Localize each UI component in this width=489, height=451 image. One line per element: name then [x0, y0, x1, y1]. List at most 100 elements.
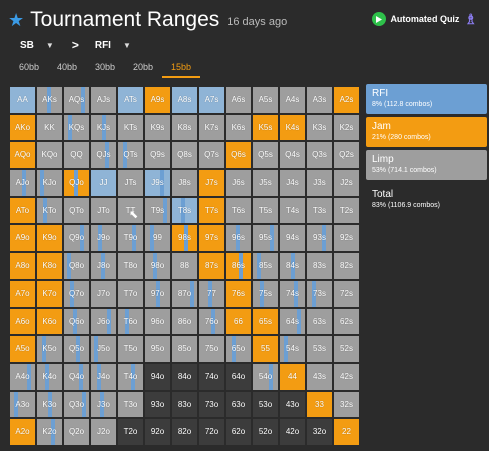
hand-cell-53s[interactable]: 53s: [306, 335, 333, 363]
hand-cell-K9o[interactable]: K9o: [36, 224, 63, 253]
hand-cell-A5o[interactable]: A5o: [9, 335, 36, 363]
hand-cell-A4s[interactable]: A4s: [279, 86, 306, 114]
hand-cell-A2s[interactable]: A2s: [333, 86, 360, 114]
hand-cell-82o[interactable]: 82o: [171, 418, 198, 446]
hand-cell-98s[interactable]: 98s: [171, 224, 198, 253]
hand-cell-K6o[interactable]: K6o: [36, 307, 63, 336]
hand-cell-J3s[interactable]: J3s: [306, 169, 333, 197]
star-icon[interactable]: ★: [8, 11, 24, 29]
hand-cell-52o[interactable]: 52o: [252, 418, 279, 446]
hand-cell-44[interactable]: 44: [279, 362, 306, 391]
hand-cell-32s[interactable]: 32s: [333, 390, 360, 419]
hand-cell-22[interactable]: 22: [333, 418, 360, 446]
hand-cell-KTo[interactable]: KTo: [36, 196, 63, 225]
hand-cell-K7o[interactable]: K7o: [36, 279, 63, 308]
hand-cell-84s[interactable]: 84s: [279, 252, 306, 280]
hand-cell-A6o[interactable]: A6o: [9, 307, 36, 336]
hand-cell-J6s[interactable]: J6s: [225, 169, 252, 197]
hand-cell-88[interactable]: 88: [171, 252, 198, 280]
hand-cell-QJo[interactable]: QJo: [63, 169, 90, 197]
hand-cell-43s[interactable]: 43s: [306, 362, 333, 391]
hand-cell-JTs[interactable]: JTs: [117, 169, 144, 197]
hand-cell-33[interactable]: 33: [306, 390, 333, 419]
hand-cell-97o[interactable]: 97o: [144, 279, 171, 308]
hand-cell-J5o[interactable]: J5o: [90, 335, 117, 363]
hand-cell-A7s[interactable]: A7s: [198, 86, 225, 114]
hand-cell-KJo[interactable]: KJo: [36, 169, 63, 197]
hand-cell-A9s[interactable]: A9s: [144, 86, 171, 114]
hand-cell-52s[interactable]: 52s: [333, 335, 360, 363]
hand-cell-Q5s[interactable]: Q5s: [252, 141, 279, 170]
hand-cell-AQo[interactable]: AQo: [9, 141, 36, 170]
hand-cell-A3o[interactable]: A3o: [9, 390, 36, 419]
hand-cell-Q7s[interactable]: Q7s: [198, 141, 225, 170]
hand-cell-K4s[interactable]: K4s: [279, 113, 306, 142]
hand-cell-K2o[interactable]: K2o: [36, 418, 63, 446]
hand-cell-J7s[interactable]: J7s: [198, 169, 225, 197]
hand-cell-94o[interactable]: 94o: [144, 362, 171, 391]
hand-cell-96s[interactable]: 96s: [225, 224, 252, 253]
hand-cell-92s[interactable]: 92s: [333, 224, 360, 253]
tab-40bb[interactable]: 40bb: [48, 62, 86, 78]
hand-cell-54o[interactable]: 54o: [252, 362, 279, 391]
hand-cell-A4o[interactable]: A4o: [9, 362, 36, 391]
hand-cell-54s[interactable]: 54s: [279, 335, 306, 363]
hand-cell-93o[interactable]: 93o: [144, 390, 171, 419]
hand-cell-72s[interactable]: 72s: [333, 279, 360, 308]
hand-cell-Q2o[interactable]: Q2o: [63, 418, 90, 446]
hand-cell-63s[interactable]: 63s: [306, 307, 333, 336]
hand-cell-T5s[interactable]: T5s: [252, 196, 279, 225]
hand-cell-83o[interactable]: 83o: [171, 390, 198, 419]
hand-cell-J2o[interactable]: J2o: [90, 418, 117, 446]
hand-cell-77[interactable]: 77: [198, 279, 225, 308]
hand-cell-J2s[interactable]: J2s: [333, 169, 360, 197]
hand-cell-Q4s[interactable]: Q4s: [279, 141, 306, 170]
hand-cell-92o[interactable]: 92o: [144, 418, 171, 446]
hand-cell-76s[interactable]: 76s: [225, 279, 252, 308]
hand-cell-42s[interactable]: 42s: [333, 362, 360, 391]
hand-cell-A9o[interactable]: A9o: [9, 224, 36, 253]
hand-cell-A8s[interactable]: A8s: [171, 86, 198, 114]
hand-cell-KTs[interactable]: KTs: [117, 113, 144, 142]
hand-cell-94s[interactable]: 94s: [279, 224, 306, 253]
hand-cell-65o[interactable]: 65o: [225, 335, 252, 363]
hand-cell-QJs[interactable]: QJs: [90, 141, 117, 170]
hand-cell-43o[interactable]: 43o: [279, 390, 306, 419]
hand-cell-32o[interactable]: 32o: [306, 418, 333, 446]
hand-cell-Q9s[interactable]: Q9s: [144, 141, 171, 170]
hand-cell-64s[interactable]: 64s: [279, 307, 306, 336]
hand-cell-T9s[interactable]: T9s: [144, 196, 171, 225]
hand-cell-QQ[interactable]: QQ: [63, 141, 90, 170]
hand-cell-A2o[interactable]: A2o: [9, 418, 36, 446]
hand-cell-87s[interactable]: 87s: [198, 252, 225, 280]
hand-cell-75s[interactable]: 75s: [252, 279, 279, 308]
hand-cell-T4o[interactable]: T4o: [117, 362, 144, 391]
hand-cell-62o[interactable]: 62o: [225, 418, 252, 446]
hand-cell-AA[interactable]: AA: [9, 86, 36, 114]
hand-cell-ATs[interactable]: ATs: [117, 86, 144, 114]
hand-cell-K2s[interactable]: K2s: [333, 113, 360, 142]
hand-cell-85s[interactable]: 85s: [252, 252, 279, 280]
hand-cell-Q3o[interactable]: Q3o: [63, 390, 90, 419]
hand-cell-T6o[interactable]: T6o: [117, 307, 144, 336]
hand-cell-99[interactable]: 99: [144, 224, 171, 253]
hand-cell-KK[interactable]: KK: [36, 113, 63, 142]
hand-cell-T8s[interactable]: T8s: [171, 196, 198, 225]
hand-cell-Q9o[interactable]: Q9o: [63, 224, 90, 253]
hand-cell-J4s[interactable]: J4s: [279, 169, 306, 197]
hand-cell-AJo[interactable]: AJo: [9, 169, 36, 197]
position-select[interactable]: SB ▼: [20, 40, 54, 51]
hand-cell-T2s[interactable]: T2s: [333, 196, 360, 225]
hand-cell-83s[interactable]: 83s: [306, 252, 333, 280]
hand-cell-J3o[interactable]: J3o: [90, 390, 117, 419]
hand-cell-85o[interactable]: 85o: [171, 335, 198, 363]
hand-cell-K4o[interactable]: K4o: [36, 362, 63, 391]
hand-cell-86o[interactable]: 86o: [171, 307, 198, 336]
hand-cell-72o[interactable]: 72o: [198, 418, 225, 446]
hand-cell-J4o[interactable]: J4o: [90, 362, 117, 391]
hand-cell-55[interactable]: 55: [252, 335, 279, 363]
hand-cell-T8o[interactable]: T8o: [117, 252, 144, 280]
hand-cell-T5o[interactable]: T5o: [117, 335, 144, 363]
hand-cell-J8o[interactable]: J8o: [90, 252, 117, 280]
hand-cell-AKs[interactable]: AKs: [36, 86, 63, 114]
